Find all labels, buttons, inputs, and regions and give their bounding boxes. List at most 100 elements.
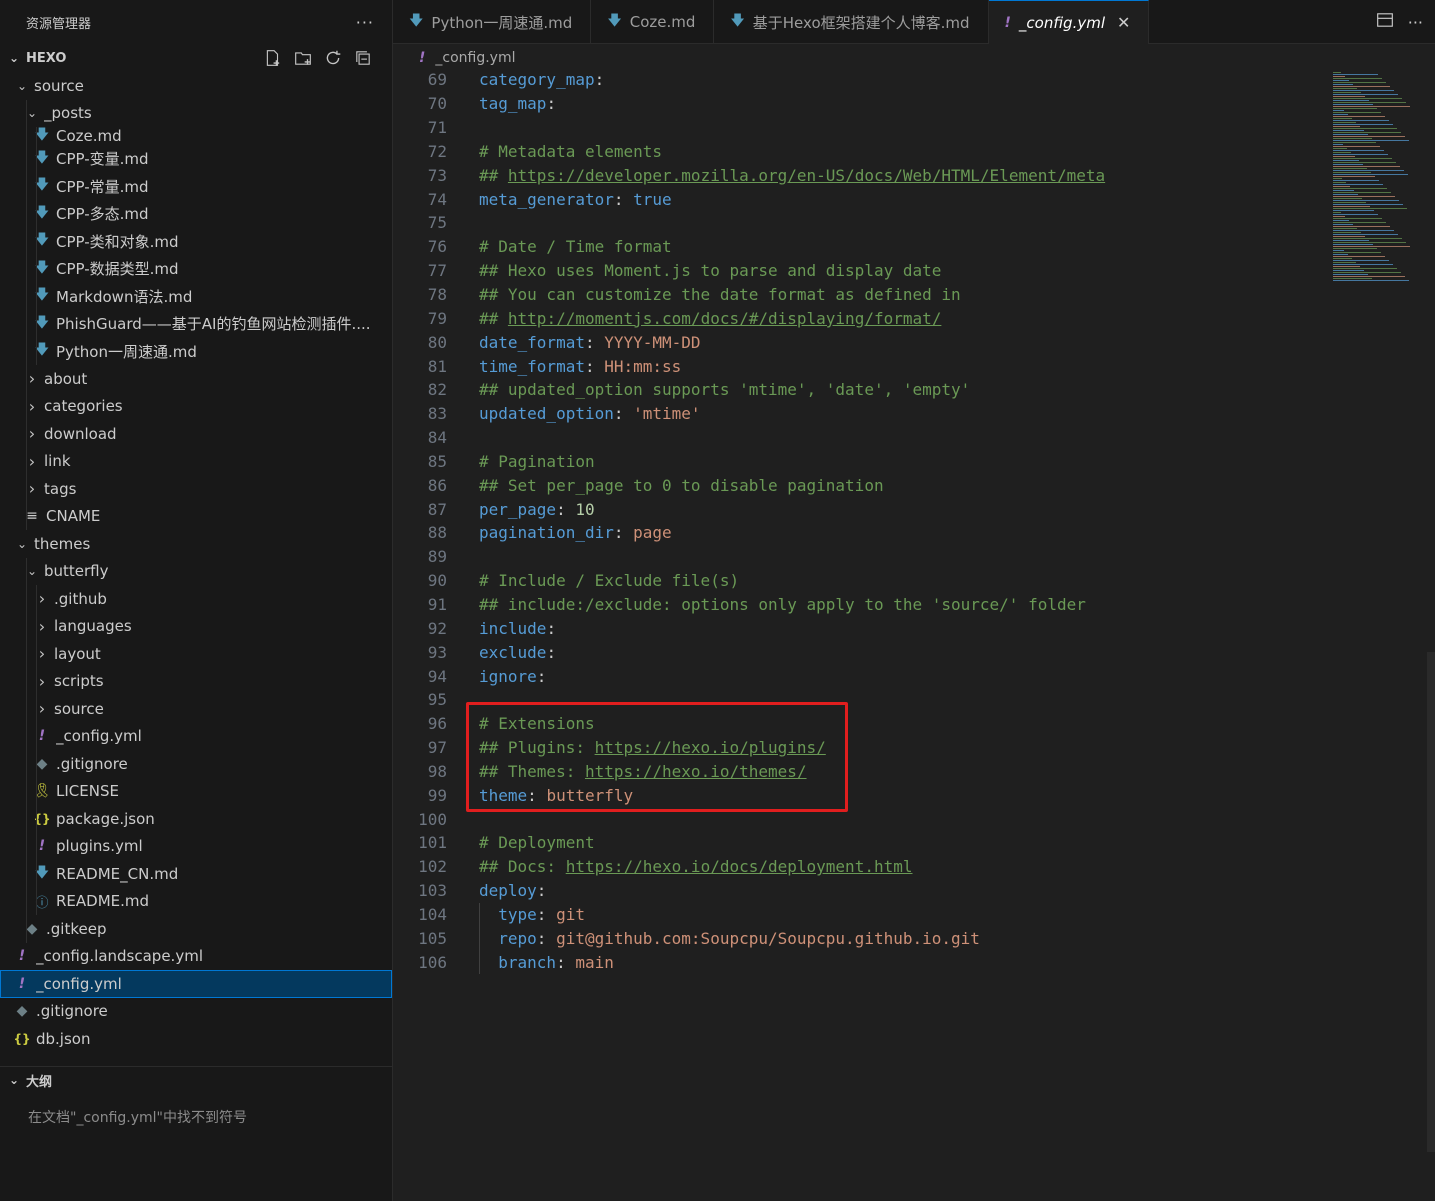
editor-tab[interactable]: 🡇 基于Hexo框架搭建个人博客.md (714, 0, 989, 44)
editor-tab[interactable]: ! _config.yml ✕ (988, 0, 1150, 44)
code-token: : (613, 404, 634, 424)
code-link[interactable]: https://developer.mozilla.org/en-US/docs… (508, 166, 1105, 185)
chevron-down-icon[interactable]: ⌄ (14, 537, 30, 551)
minimap-line (1333, 74, 1378, 75)
tree-item[interactable]: ◆ .gitkeep (0, 915, 392, 943)
tree-item[interactable]: › link (0, 447, 392, 475)
minimap-line (1333, 150, 1384, 151)
code-token: git (556, 904, 585, 924)
line-number: 82 (427, 380, 447, 400)
minimap-line (1333, 112, 1381, 113)
tree-item[interactable]: 🡇 CPP-类和对象.md (0, 227, 392, 255)
line-number: 88 (427, 523, 447, 543)
minimap-line (1333, 90, 1394, 91)
tree-item[interactable]: ⌄ _posts (0, 99, 392, 127)
tree-item-label: _config.landscape.yml (36, 947, 203, 966)
tree-item[interactable]: 🎗 LICENSE (0, 777, 392, 805)
code-line: 91 ## include:/exclude: options only appl… (393, 593, 1435, 617)
code-link[interactable]: https://hexo.io/themes/ (585, 762, 807, 781)
minimap-line (1333, 266, 1360, 267)
chevron-down-icon[interactable]: ⌄ (14, 79, 30, 93)
tree-item[interactable]: 🡇 PhishGuard——基于AI的钓鱼网站检测插件.... (0, 310, 392, 338)
tree-item[interactable]: 🡇 CPP-变量.md (0, 145, 392, 173)
tree-item[interactable]: › download (0, 420, 392, 448)
indent-guide (26, 860, 27, 888)
code-line: 74 meta_generator: true (393, 187, 1435, 211)
tree-item[interactable]: › about (0, 365, 392, 393)
tree-item-label: _config.yml (56, 727, 142, 746)
new-folder-button[interactable] (292, 47, 314, 69)
tree-item[interactable]: 🡇 Python一周速通.md (0, 337, 392, 365)
scrollbar[interactable] (1427, 652, 1435, 1152)
tree-item[interactable]: › categories (0, 392, 392, 420)
tree-item[interactable]: 🡇 CPP-数据类型.md (0, 255, 392, 283)
editor-tab[interactable]: 🡇 Coze.md (591, 0, 715, 44)
code-token: ## Themes: (479, 761, 585, 781)
code-token: : (527, 785, 547, 805)
split-editor-button[interactable] (1376, 11, 1394, 33)
close-tab-button[interactable]: ✕ (1117, 13, 1130, 32)
code-token: ## Set per_page to 0 to disable paginati… (479, 475, 884, 495)
minimap-line (1333, 206, 1370, 207)
code-link[interactable]: https://hexo.io/docs/deployment.html (566, 857, 913, 876)
code-text: # Include / Exclude file(s) (479, 571, 739, 590)
tree-item[interactable]: › .github (0, 585, 392, 613)
tree-item[interactable]: ⓘ README.md (0, 887, 392, 915)
code-token: ## (479, 308, 508, 328)
tree-item[interactable]: ◆ .gitignore (0, 998, 392, 1026)
tree-item[interactable]: ◆ .gitignore (0, 750, 392, 778)
outline-title: 大纲 (26, 1074, 53, 1090)
editor-tab[interactable]: 🡇 Python一周速通.md (393, 0, 592, 44)
code-line: 98 ## Themes: https://hexo.io/themes/ (393, 759, 1435, 783)
tree-item[interactable]: › scripts (0, 667, 392, 695)
indent-guide (36, 805, 37, 833)
code-line: 95 (393, 688, 1435, 712)
indent-guide (26, 255, 27, 283)
minimap-line (1333, 86, 1390, 87)
tree-item[interactable]: ! plugins.yml (0, 832, 392, 860)
indent-guide (479, 926, 480, 951)
outline-header[interactable]: ⌄ 大纲 (0, 1067, 392, 1093)
tree-item[interactable]: › layout (0, 640, 392, 668)
minimap-line (1333, 136, 1405, 137)
tree-item[interactable]: › source (0, 695, 392, 723)
code-token: ## Plugins: (479, 738, 595, 758)
code-link[interactable]: http://momentjs.com/docs/#/displaying/fo… (508, 309, 941, 328)
refresh-button[interactable] (322, 47, 344, 69)
indent-guide (26, 695, 27, 723)
breadcrumb-file[interactable]: _config.yml (435, 50, 515, 66)
outline-empty-message: 在文档"_config.yml"中找不到符号 (28, 1110, 247, 1126)
tree-item[interactable]: 🡇 README_CN.md (0, 860, 392, 888)
tree-item[interactable]: ⌄ source (0, 72, 392, 100)
collapse-all-button[interactable] (352, 47, 374, 69)
tree-item[interactable]: ! _config.yml (0, 722, 392, 750)
more-actions-button[interactable]: ··· (356, 13, 374, 32)
tree-item[interactable]: {} package.json (0, 805, 392, 833)
minimap-line (1333, 250, 1344, 251)
tree-item[interactable]: ⌄ butterfly (0, 557, 392, 585)
tree-item[interactable]: ≡ CNAME (0, 502, 392, 530)
code-link[interactable]: https://hexo.io/plugins/ (595, 738, 826, 757)
tree-item[interactable]: ! _config.yml (0, 970, 392, 998)
minimap-line (1333, 208, 1407, 209)
code-editor[interactable]: 69 category_map: 70 tag_map: 71 72 # Metadata … (393, 68, 1435, 1201)
tree-item[interactable]: 🡇 CPP-多态.md (0, 200, 392, 228)
tree-item[interactable]: 🡇 CPP-常量.md (0, 172, 392, 200)
tree-item[interactable]: 🡇 Coze.md (0, 127, 392, 145)
new-file-button[interactable] (262, 47, 284, 69)
tree-item[interactable]: › tags (0, 475, 392, 503)
tree-item[interactable]: 🡇 Markdown语法.md (0, 282, 392, 310)
tree-item-label: layout (54, 644, 101, 663)
minimap-line (1333, 176, 1375, 177)
minimap[interactable] (1333, 68, 1435, 1201)
minimap-line (1333, 118, 1352, 119)
tree-item[interactable]: › languages (0, 612, 392, 640)
tree-item[interactable]: ! _config.landscape.yml (0, 943, 392, 971)
editor-more-button[interactable]: ··· (1408, 13, 1423, 32)
tree-item[interactable]: ⌄ themes (0, 530, 392, 558)
minimap-line (1333, 168, 1367, 169)
workspace-section-header[interactable]: ⌄ HEXO (0, 44, 392, 72)
minimap-line (1333, 272, 1401, 273)
tree-item[interactable]: {} db.json (0, 1025, 392, 1053)
